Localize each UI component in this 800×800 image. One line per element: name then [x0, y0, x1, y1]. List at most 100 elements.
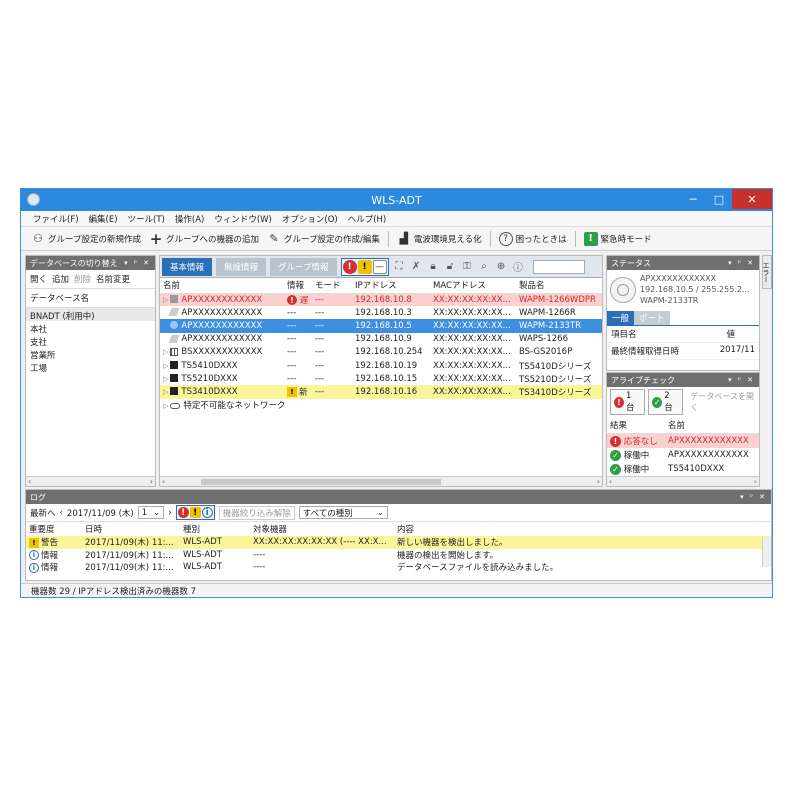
- table-row[interactable]: ✓ 稼働中 APXXXXXXXXXXXX: [607, 448, 759, 462]
- menu-file[interactable]: ファイル(F): [33, 213, 79, 225]
- warning-filter-icon[interactable]: !: [189, 507, 201, 518]
- menu-options[interactable]: オプション(O): [282, 213, 338, 225]
- column-name[interactable]: 名前: [665, 417, 759, 434]
- panel-controls[interactable]: ▾ ᵖ ✕: [740, 493, 767, 501]
- info-filter-icon[interactable]: i: [201, 507, 213, 518]
- wrench-icon[interactable]: ✗: [410, 261, 423, 272]
- table-row[interactable]: ▷APXXXXXXXXXXXX --- --- 192.168.10.9 XX:…: [160, 333, 602, 346]
- type-filter-select[interactable]: すべての種別 ⌄: [298, 506, 388, 519]
- column-time[interactable]: 日時: [82, 522, 180, 536]
- column-name[interactable]: 名前: [160, 278, 284, 294]
- column-level[interactable]: 重要度: [26, 522, 82, 536]
- expand-arrow-icon[interactable]: ▷: [163, 402, 168, 410]
- database-item[interactable]: 工場: [26, 360, 155, 374]
- column-product[interactable]: 製品名: [516, 278, 602, 294]
- open-database-button[interactable]: データベースを開く: [690, 391, 756, 413]
- unlock-icon[interactable]: 🔓︎: [444, 261, 457, 272]
- zoom-icon[interactable]: ⌕: [478, 261, 491, 272]
- menu-action[interactable]: 操作(A): [175, 213, 204, 225]
- warning-filter-icon[interactable]: !: [357, 259, 372, 274]
- add-device-button[interactable]: + グループへの機器の追加: [149, 230, 259, 248]
- database-item[interactable]: 営業所: [26, 347, 155, 361]
- table-row[interactable]: ▷ APXXXXXXXXXXXX ! 遅 --- 192.168.10.8 XX:…: [160, 293, 602, 307]
- menu-edit[interactable]: 編集(E): [89, 213, 118, 225]
- device-search-input[interactable]: [532, 259, 585, 274]
- expand-arrow-icon[interactable]: ▷: [163, 296, 168, 304]
- alive-count-button[interactable]: ✓ 2 台: [648, 389, 684, 415]
- table-row[interactable]: ✓ 稼働中 TS5410DXXX: [607, 462, 759, 476]
- column-mac[interactable]: MACアドレス: [430, 278, 516, 294]
- table-row[interactable]: i 情報 2017/11/09(木) 11:... WLS-ADT ---- デー…: [26, 561, 771, 574]
- column-mode[interactable]: モード: [312, 278, 352, 294]
- scroll-right-icon[interactable]: ›: [754, 477, 757, 486]
- expand-icon[interactable]: ⛶: [393, 261, 406, 272]
- scroll-left-icon[interactable]: ‹: [162, 477, 165, 486]
- tab-basic-info[interactable]: 基本情報: [162, 257, 213, 276]
- table-row[interactable]: ▷ TS5410DXXX --- --- 192.168.10.19 XX:XX:…: [160, 359, 602, 372]
- emergency-mode-button[interactable]: ! 緊急時モード: [583, 231, 652, 246]
- key-icon[interactable]: ⚿: [461, 261, 474, 272]
- column-info[interactable]: 情報: [284, 278, 312, 294]
- prev-date-icon[interactable]: ‹: [60, 508, 63, 518]
- database-item[interactable]: 支社: [26, 334, 155, 348]
- table-row[interactable]: ▷APXXXXXXXXXXXX --- --- 192.168.10.5 XX:…: [160, 319, 602, 333]
- tab-wireless-info[interactable]: 無線情報: [216, 257, 267, 276]
- database-item[interactable]: BNADT (利用中): [26, 308, 155, 322]
- latest-button[interactable]: 最新へ: [30, 507, 56, 519]
- table-row[interactable]: ▷ TS5210DXXX --- --- 192.168.10.15 XX:XX:…: [160, 372, 602, 385]
- table-row[interactable]: ▷ BSXXXXXXXXXXXX --- --- 192.168.10.254 X…: [160, 346, 602, 359]
- horizontal-scrollbar[interactable]: ‹ ›: [26, 476, 155, 486]
- panel-controls[interactable]: ▾ ᵖ ✕: [728, 376, 755, 384]
- menu-tools[interactable]: ツール(T): [128, 213, 165, 225]
- lock-icon[interactable]: 🔒︎: [427, 261, 440, 272]
- database-item[interactable]: 本社: [26, 321, 155, 335]
- database-name-column[interactable]: データベース名: [26, 289, 155, 308]
- scroll-right-icon[interactable]: ›: [150, 477, 153, 486]
- scroll-thumb[interactable]: [201, 478, 441, 485]
- none-filter-icon[interactable]: —: [372, 259, 387, 274]
- delete-db-button[interactable]: 削除: [74, 273, 91, 285]
- table-row[interactable]: ▷ TS3410DXXX ! 新 --- 192.168.10.16 XX:XX:X…: [160, 385, 602, 399]
- next-date-icon[interactable]: ›: [168, 508, 171, 518]
- error-side-tab[interactable]: エラー: [762, 255, 772, 289]
- menu-help[interactable]: ヘルプ(H): [348, 213, 387, 225]
- tab-general[interactable]: 一般: [607, 311, 635, 325]
- table-row[interactable]: ▷APXXXXXXXXXXXX --- --- 192.168.10.3 XX:…: [160, 306, 602, 319]
- no-response-count-button[interactable]: ! 1 台: [610, 389, 646, 415]
- rename-db-button[interactable]: 名前変更: [96, 273, 130, 285]
- info-icon[interactable]: ⓘ: [512, 259, 525, 274]
- minimize-button[interactable]: ─: [680, 189, 706, 209]
- column-result[interactable]: 結果: [607, 417, 665, 434]
- expand-arrow-icon[interactable]: ▷: [163, 348, 168, 356]
- close-button[interactable]: ✕: [732, 189, 772, 209]
- column-target[interactable]: 対象機器: [250, 522, 394, 536]
- scroll-left-icon[interactable]: ‹: [28, 477, 31, 486]
- horizontal-scrollbar[interactable]: ‹ ›: [607, 476, 759, 486]
- help-button[interactable]: ? 困ったときは: [498, 231, 567, 246]
- locate-icon[interactable]: ⊕: [495, 261, 508, 272]
- table-row[interactable]: i 情報 2017/11/09(木) 11:... WLS-ADT ---- 機器…: [26, 549, 771, 562]
- column-content[interactable]: 内容: [394, 522, 771, 536]
- expand-arrow-icon[interactable]: ▷: [163, 375, 168, 383]
- column-ip[interactable]: IPアドレス: [352, 278, 430, 294]
- edit-group-button[interactable]: ✎ グループ設定の作成/編集: [267, 232, 379, 246]
- visualize-button[interactable]: ▟ 電波環境見える化: [397, 232, 482, 246]
- table-row[interactable]: ! 警告 2017/11/09(木) 11:... WLS-ADT XX:XX:X…: [26, 536, 771, 549]
- expand-arrow-icon[interactable]: ▷: [163, 388, 168, 396]
- table-row[interactable]: ! 応答なし APXXXXXXXXXXXX: [607, 433, 759, 448]
- column-kind[interactable]: 種別: [180, 522, 250, 536]
- open-db-button[interactable]: 開く: [30, 273, 47, 285]
- vertical-scrollbar[interactable]: [762, 537, 771, 567]
- expand-arrow-icon[interactable]: ▷: [163, 362, 168, 370]
- panel-controls[interactable]: ▾ ᵖ ✕: [124, 259, 151, 267]
- panel-controls[interactable]: ▾ ᵖ ✕: [728, 259, 755, 267]
- new-group-button[interactable]: ⚇ グループ設定の新規作成: [31, 232, 141, 246]
- table-row[interactable]: ▷ 特定不可能なネットワーク: [160, 399, 602, 412]
- error-filter-icon[interactable]: !: [342, 259, 357, 274]
- add-db-button[interactable]: 追加: [52, 273, 69, 285]
- clear-device-filter-button[interactable]: 機器絞り込み解除: [218, 505, 295, 520]
- tab-port[interactable]: ポート: [634, 311, 670, 325]
- page-select[interactable]: 1 ⌄: [137, 506, 165, 519]
- menu-window[interactable]: ウィンドウ(W): [214, 213, 272, 225]
- error-filter-icon[interactable]: !: [177, 507, 189, 518]
